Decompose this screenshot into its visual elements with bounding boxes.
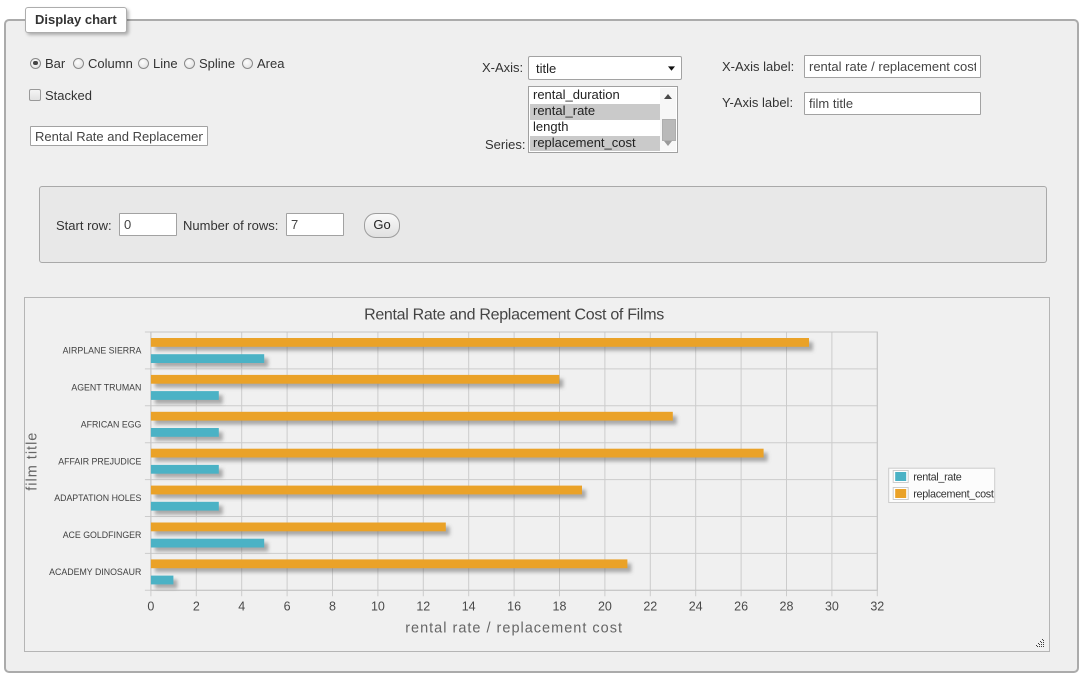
svg-text:film title: film title (25, 432, 41, 491)
svg-text:ACE GOLDFINGER: ACE GOLDFINGER (63, 530, 142, 540)
svg-text:ADAPTATION HOLES: ADAPTATION HOLES (54, 493, 141, 503)
svg-text:12: 12 (416, 599, 430, 613)
svg-text:30: 30 (825, 599, 839, 613)
svg-text:replacement_cost: replacement_cost (913, 489, 994, 501)
svg-text:24: 24 (689, 599, 703, 613)
svg-text:14: 14 (462, 599, 476, 613)
svg-text:28: 28 (780, 599, 794, 613)
svg-text:ACADEMY DINOSAUR: ACADEMY DINOSAUR (49, 567, 141, 577)
svg-text:8: 8 (329, 599, 336, 613)
svg-text:16: 16 (507, 599, 521, 613)
svg-text:22: 22 (643, 599, 657, 613)
svg-text:AGENT TRUMAN: AGENT TRUMAN (71, 383, 141, 393)
svg-text:rental rate / replacement cost: rental rate / replacement cost (405, 620, 623, 636)
svg-text:6: 6 (284, 599, 291, 613)
svg-text:AFFAIR PREJUDICE: AFFAIR PREJUDICE (58, 456, 141, 466)
svg-text:0: 0 (147, 599, 154, 613)
svg-text:2: 2 (193, 599, 200, 613)
svg-text:26: 26 (734, 599, 748, 613)
svg-text:AFRICAN EGG: AFRICAN EGG (81, 419, 142, 429)
svg-text:20: 20 (598, 599, 612, 613)
svg-text:32: 32 (870, 599, 884, 613)
svg-text:10: 10 (371, 599, 385, 613)
svg-text:18: 18 (553, 599, 567, 613)
svg-text:AIRPLANE SIERRA: AIRPLANE SIERRA (63, 346, 142, 356)
svg-text:rental_rate: rental_rate (913, 472, 962, 484)
svg-text:4: 4 (238, 599, 245, 613)
svg-text:Rental Rate and Replacement Co: Rental Rate and Replacement Cost of Film… (364, 307, 664, 324)
